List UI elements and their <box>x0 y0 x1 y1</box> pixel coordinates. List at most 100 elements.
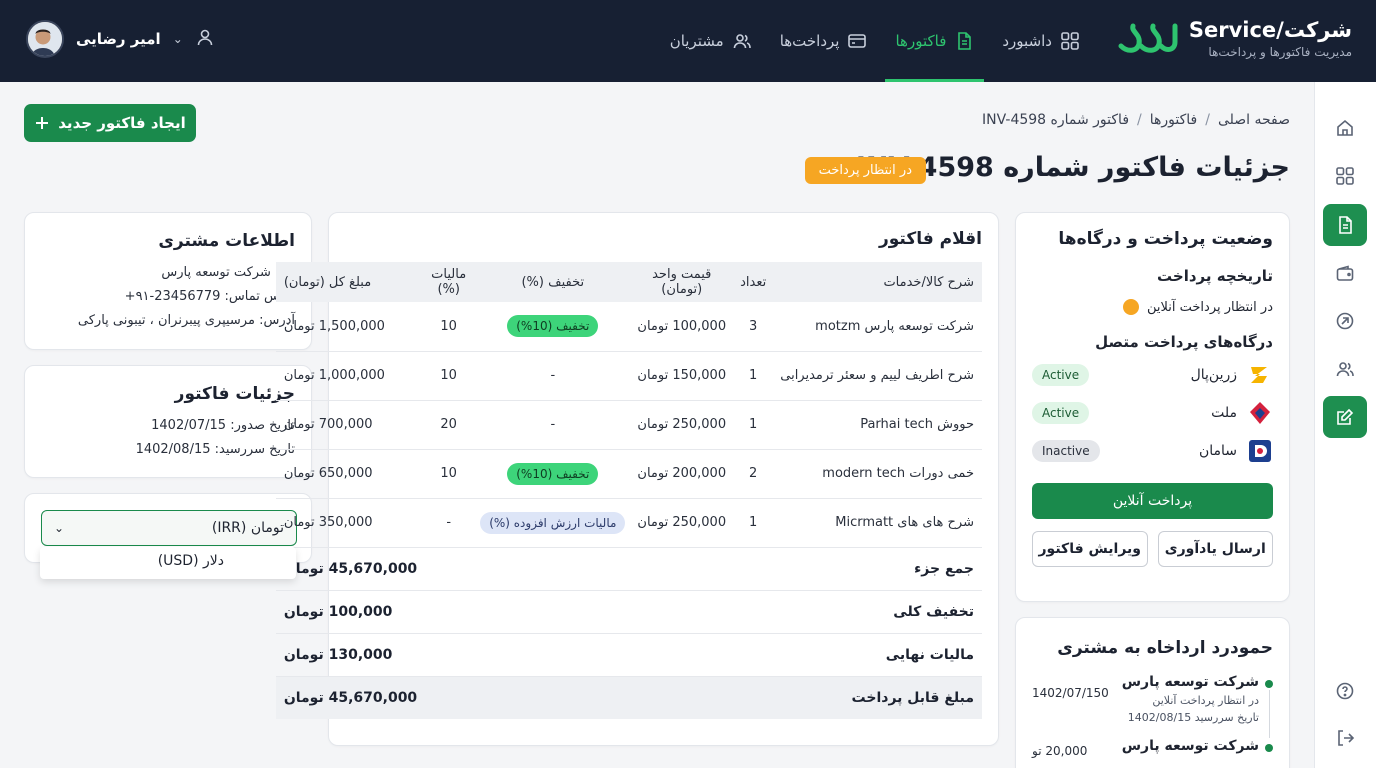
summary-value: 130,000 تومان <box>275 633 424 677</box>
user-menu[interactable]: ⌄ امیر رضایی <box>26 20 215 58</box>
gateway-row[interactable]: زرین‌پال Active <box>1032 361 1273 389</box>
sidebar-dashboard[interactable] <box>1323 155 1367 197</box>
nav-dashboard[interactable]: داشبورد <box>988 0 1094 82</box>
currency-option-usd[interactable]: دلار (USD) <box>158 553 224 569</box>
breadcrumb-separator: / <box>1137 112 1142 128</box>
column-header: تخفیف (%) <box>521 274 585 290</box>
item-discount: تخفیف (10%) <box>474 449 632 499</box>
pending-dot-icon <box>1122 299 1139 315</box>
breadcrumb-home[interactable]: صفحه اصلی <box>1218 112 1290 128</box>
gateway-status: Inactive <box>1032 440 1100 462</box>
gateway-status: Active <box>1032 402 1090 424</box>
brand-name: شرکت/Service <box>1188 17 1352 42</box>
brand-subtitle: مدیریت فاکتورها و پرداخت‌ها <box>1208 44 1352 59</box>
brand-text: شرکت/Service مدیریت فاکتورها و پرداخت‌ها <box>1189 18 1352 59</box>
gateway-name: سامان <box>1198 443 1237 459</box>
payment-history-text: در انتظار پرداخت آنلاین <box>1146 299 1273 315</box>
tax-badge: مالیات ارزش افزوده (%) <box>480 511 626 534</box>
gateway-row[interactable]: سامان Inactive <box>1032 437 1273 465</box>
table-header-row: شرح کالا/خدمات تعداد قیمت واحد (تومان) ت… <box>275 262 982 302</box>
brand[interactable]: شرکت/Service مدیریت فاکتورها و پرداخت‌ها <box>1117 16 1352 60</box>
gateway-row[interactable]: ملت Active <box>1032 399 1273 427</box>
grand-total-row: مبلغ قابل پرداخت 45,670,000 تومان <box>275 676 982 719</box>
activity-item: شرکت توسعه پارس 20,000 تو <box>1032 738 1273 758</box>
due-date: تاریخ سررسید: 1402/08/15 <box>135 442 295 457</box>
sidebar-invoices[interactable] <box>1323 204 1367 246</box>
item-unit-price: 200,000 تومان <box>631 449 733 499</box>
sidebar-edit[interactable] <box>1323 396 1367 438</box>
customer-info-title: اطلاعات مشتری <box>158 231 295 251</box>
column-header: مبلغ کل (تومان) <box>283 274 372 290</box>
chevron-down-icon: ⌄ <box>54 521 65 535</box>
summary-row: جمع جزء 45,670,000 تومان <box>275 547 982 591</box>
grid-icon <box>1336 167 1354 185</box>
item-tax: 20 <box>423 400 475 450</box>
saman-logo-icon <box>1249 440 1271 462</box>
breadcrumb-current: فاکتور شماره INV-4598 <box>982 112 1130 128</box>
sidebar-reports[interactable] <box>1323 300 1367 342</box>
wallet-icon <box>1336 265 1354 281</box>
zarinpal-logo-icon <box>1251 367 1267 383</box>
table-row: حووش Parhai tech 1 250,000 تومان -20 700,000… <box>275 400 982 450</box>
nav-customers[interactable]: مشتریان <box>656 0 766 82</box>
payment-status-title: وضعیت پرداخت و درگاه‌ها <box>1058 229 1273 249</box>
item-quantity: 1 <box>732 400 775 450</box>
avatar[interactable] <box>26 20 64 58</box>
item-quantity: 3 <box>732 302 775 352</box>
user-name[interactable]: امیر رضایی <box>76 30 161 48</box>
item-tax: 10 <box>423 449 475 499</box>
chevron-down-icon[interactable]: ⌄ <box>173 32 183 46</box>
payment-status-card: وضعیت پرداخت و درگاه‌ها تاریخچه پرداخت د… <box>1015 212 1290 602</box>
column-header: شرح کالا/خدمات <box>883 274 974 290</box>
nav-invoices[interactable]: فاکتورها <box>881 0 988 82</box>
create-invoice-label: ایجاد فاکتور جدید <box>58 114 186 132</box>
item-total: 350,000 تومان <box>275 498 424 548</box>
currency-select[interactable]: تومان (IRR) ⌄ <box>41 510 297 546</box>
user-icon[interactable] <box>195 27 215 51</box>
invoice-items-body: شرکت توسعه پارس motzm 3 100,000 تومان تخفیف… <box>275 302 982 719</box>
column-header: تعداد <box>740 274 767 290</box>
customer-phone: تماس تماس: 23456779-۹۱+ <box>124 289 295 304</box>
item-discount: مالیات ارزش افزوده (%) <box>474 498 632 548</box>
breadcrumb-separator: / <box>1205 112 1210 128</box>
currency-selected: تومان (IRR) <box>211 520 284 536</box>
summary-label: جمع جزء <box>423 547 982 591</box>
edit-invoice-button[interactable]: ویرایش فاکتور <box>1032 531 1148 567</box>
customer-name: نام: شرکت توسعه پارس <box>161 265 295 280</box>
summary-row: تخفیف کلی 100,000 تومان <box>275 590 982 634</box>
item-unit-price: 100,000 تومان <box>631 302 733 352</box>
item-description: شرکت توسعه پارس motzm <box>774 302 982 352</box>
sidebar-users[interactable] <box>1323 348 1367 390</box>
summary-value: 100,000 تومان <box>275 590 424 634</box>
discount-badge: تخفیف (10%) <box>507 315 599 338</box>
breadcrumb-invoices[interactable]: فاکتورها <box>1150 112 1198 128</box>
summary-label: تخفیف کلی <box>423 590 982 634</box>
sidebar-help[interactable] <box>1323 670 1367 712</box>
invoice-details-title: جزئیات فاکتور <box>174 384 295 404</box>
activity-item-date: 20,000 تو <box>1032 744 1088 758</box>
nav-payments[interactable]: پرداخت‌ها <box>766 0 882 82</box>
item-discount: - <box>474 351 632 401</box>
item-tax: - <box>423 498 475 548</box>
document-icon <box>1339 216 1352 234</box>
payment-history-item: در انتظار پرداخت آنلاین <box>1032 299 1273 315</box>
sidebar-home[interactable] <box>1323 107 1367 149</box>
create-invoice-button[interactable]: ایجاد فاکتور جدید <box>24 104 196 142</box>
status-badge: در انتظار پرداخت <box>804 157 926 184</box>
mellat-logo-icon <box>1250 402 1270 424</box>
discount-badge: تخفیف (10%) <box>507 462 599 485</box>
table-row: شرح های های Micrmatt 1 250,000 تومان مالیات… <box>275 498 982 548</box>
column-header: مالیات (%) <box>431 267 467 297</box>
breadcrumb: صفحه اصلی / فاکتورها / فاکتور شماره INV-… <box>982 112 1290 128</box>
sidebar-wallet[interactable] <box>1323 253 1367 295</box>
column-header: قیمت واحد (تومان) <box>652 267 712 297</box>
sidebar-logout[interactable] <box>1323 717 1367 759</box>
timeline-dot-icon <box>1265 744 1273 752</box>
table-row: خمی دورات modern tech 2 200,000 تومان تخفیف… <box>275 449 982 499</box>
item-tax: 10 <box>423 351 475 401</box>
nav-payments-label: پرداخت‌ها <box>779 32 840 50</box>
pay-online-button[interactable]: پرداخت آنلاین <box>1032 483 1273 519</box>
card-icon <box>848 34 867 48</box>
send-reminder-button[interactable]: ارسال یادآوری <box>1157 531 1273 567</box>
nav-dashboard-label: داشبورد <box>1002 32 1052 50</box>
